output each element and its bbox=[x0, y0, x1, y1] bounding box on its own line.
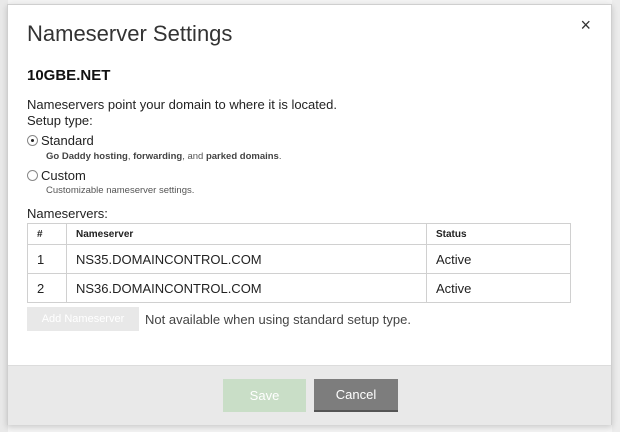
help-hosting: Go Daddy hosting bbox=[46, 151, 128, 162]
help-forwarding: forwarding bbox=[133, 151, 183, 162]
row-number: 2 bbox=[27, 273, 67, 303]
column-header-nameserver: Nameserver bbox=[66, 223, 427, 245]
custom-option[interactable]: Custom bbox=[27, 167, 86, 185]
custom-radio[interactable] bbox=[27, 170, 38, 181]
dialog-title: Nameserver Settings bbox=[27, 21, 233, 46]
nameserver-settings-dialog: Nameserver Settings × 10GBE.NET Nameserv… bbox=[7, 4, 612, 425]
row-number: 1 bbox=[27, 244, 67, 274]
help-parked: parked domains bbox=[205, 151, 279, 162]
setup-type-label: Setup type: bbox=[27, 113, 93, 128]
close-icon[interactable]: × bbox=[580, 16, 591, 34]
standard-help-text: Go Daddy hosting, forwarding, and parked… bbox=[46, 151, 281, 162]
nameservers-label: Nameservers: bbox=[27, 206, 108, 221]
standard-label[interactable]: Standard bbox=[41, 133, 94, 148]
row-status: Active bbox=[426, 244, 571, 274]
add-nameserver-note: Not available when using standard setup … bbox=[145, 312, 411, 327]
custom-label[interactable]: Custom bbox=[41, 168, 86, 183]
column-header-number: # bbox=[27, 223, 67, 245]
cancel-button[interactable]: Cancel bbox=[314, 379, 398, 412]
add-nameserver-button[interactable]: Add Nameserver bbox=[27, 307, 139, 331]
standard-option[interactable]: Standard bbox=[27, 132, 94, 150]
help-sep-3: . bbox=[278, 151, 282, 162]
custom-help-text: Customizable nameserver settings. bbox=[46, 185, 195, 196]
standard-radio[interactable] bbox=[27, 135, 38, 146]
column-header-status: Status bbox=[426, 223, 571, 245]
background-page-right bbox=[612, 0, 620, 432]
row-status: Active bbox=[426, 273, 571, 303]
row-nameserver: NS36.DOMAINCONTROL.COM bbox=[66, 273, 427, 303]
help-sep-2: , and bbox=[182, 151, 206, 162]
table-header-row: # Nameserver Status bbox=[27, 223, 571, 245]
description-text: Nameservers point your domain to where i… bbox=[27, 97, 337, 112]
domain-name: 10GBE.NET bbox=[27, 67, 111, 84]
dialog-footer: Save Cancel bbox=[8, 365, 611, 425]
nameserver-table: # Nameserver Status 1 NS35.DOMAINCONTROL… bbox=[27, 223, 571, 303]
row-nameserver: NS35.DOMAINCONTROL.COM bbox=[66, 244, 427, 274]
table-row: 1 NS35.DOMAINCONTROL.COM Active bbox=[27, 244, 571, 274]
save-button[interactable]: Save bbox=[223, 379, 306, 412]
table-row: 2 NS36.DOMAINCONTROL.COM Active bbox=[27, 273, 571, 303]
